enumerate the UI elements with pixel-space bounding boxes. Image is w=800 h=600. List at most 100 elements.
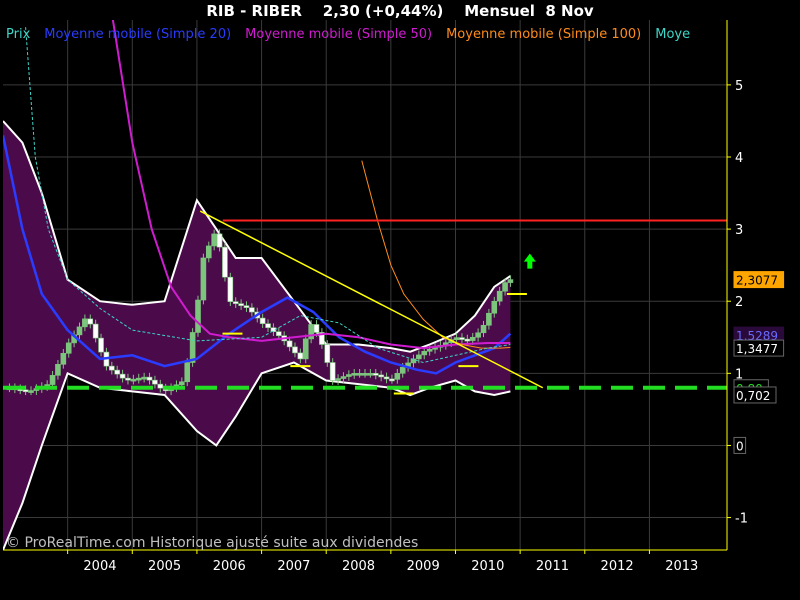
candle-body [55,364,61,376]
y-tick-label: 5 [735,79,743,94]
candle-body [157,383,164,389]
candle-body [200,257,207,301]
candle-body [313,324,320,333]
candle-body [130,378,137,382]
candle-body [125,377,131,381]
candle-body [232,301,239,304]
y-tick-label: 2 [735,295,743,310]
candle-body [249,307,255,313]
candle-body [324,344,331,363]
candle-body [507,279,514,283]
candle-body [308,324,314,340]
x-tick-label: 2007 [277,559,310,574]
candle-body [28,390,34,393]
price-tag-label: 2,3077 [736,274,778,288]
candle-body [292,346,298,354]
candle-body [346,374,352,377]
candle-body [496,290,503,302]
candle-body [469,336,476,341]
x-tick-label: 2006 [213,559,246,574]
chart-title: RIB - RIBER 2,30 (+0,44%) Mensuel 8 Nov [206,2,594,20]
plot-area [3,20,727,550]
candle-body [109,365,115,371]
candle-body [372,373,379,376]
y-tick-label: 3 [735,223,743,238]
candle-body [486,312,492,326]
x-tick-label: 2004 [83,559,116,574]
y-tick-label: -1 [735,512,748,527]
y-tick-label: 4 [735,151,743,166]
legend-entry: Prix [6,27,31,42]
candle-body [389,378,395,382]
candle-body [297,352,304,360]
candle-body [65,342,72,354]
candle-body [302,338,309,360]
candle-body [146,376,153,381]
candle-body [367,373,374,376]
legend-entry: Moye [655,27,690,42]
candle-body [459,337,465,340]
price-tag-label: 0 [736,439,744,453]
candle-body [383,376,390,380]
plot-frame [3,20,728,551]
candle-body [421,351,428,356]
candle-body [340,376,347,379]
candle-body [475,332,481,338]
candle-body [92,323,99,339]
candle-body [426,348,433,352]
x-tick-label: 2011 [536,559,569,574]
candle-body [464,338,471,342]
candle-body [356,373,363,376]
candle-body [76,326,83,336]
candle-body [82,318,88,328]
candle-body [114,369,121,375]
credit-text: © ProRealTime.com Historique ajusté suit… [6,535,419,551]
candle-body [98,337,104,353]
price-tag-label: 0,702 [736,389,770,403]
x-tick-label: 2013 [665,559,698,574]
candle-body [416,354,422,360]
candle-body [351,373,358,376]
candle-body [362,373,368,376]
candle-body [87,318,94,325]
legend-entry: Moyenne mobile (Simple 20) [44,27,231,42]
candle-body [211,233,217,247]
candle-body [243,305,250,308]
candle-body [329,362,336,381]
x-tick-label: 2005 [148,559,181,574]
candle-body [184,362,191,383]
candle-body [216,233,223,248]
candle-body [276,331,282,336]
candle-body [119,373,126,379]
candle-body [399,367,406,374]
chart-legend: Prix Moyenne mobile (Simple 20) Moyenne mo… [6,27,690,42]
candle-body [335,378,341,381]
candle-body [189,332,196,363]
up-arrow-icon [523,253,536,269]
candle-body [265,323,271,328]
bollinger-lower [3,361,511,550]
x-tick-label: 2012 [601,559,634,574]
candle-body [259,317,266,324]
x-tick-label: 2008 [342,559,375,574]
y-axis: 543210-1 [727,79,748,527]
candle-body [491,300,498,314]
candle-body [60,353,67,365]
candle-body [453,337,460,340]
price-tag-label: 1,3477 [736,342,778,356]
candle-body [179,381,185,386]
candle-body [195,299,201,333]
candle-body [222,246,228,278]
candle-body [286,340,293,348]
candle-body [135,377,142,381]
price-chart: 543210-1 2004200520062007200820092010201… [3,20,785,574]
candle-body [152,379,158,385]
x-axis: 2004 2005 2006 2007 2008 2009 2010 2011 2012 2013 [67,550,698,574]
legend-entry: Moyenne mobile (Simple 100) [446,27,641,42]
candle-body [227,276,234,302]
legend-entry: Moyenne mobile (Simple 50) [245,27,432,42]
x-tick-label: 2009 [407,559,440,574]
candle-body [141,376,147,380]
candle-body [238,303,244,306]
candle-body [378,374,384,378]
